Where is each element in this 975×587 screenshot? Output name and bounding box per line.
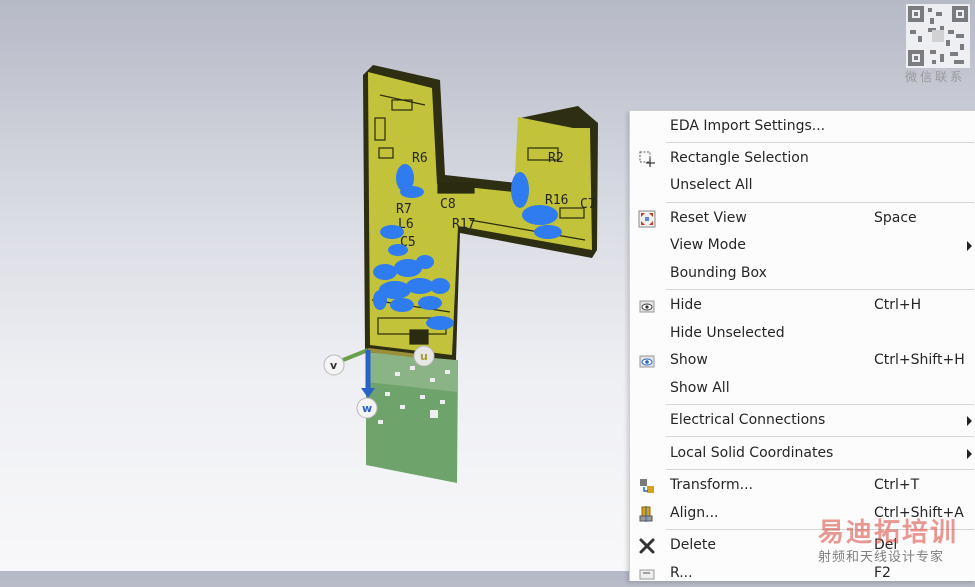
menu-item-label: R... <box>670 565 693 581</box>
menu-item-shortcut: Space <box>874 210 917 226</box>
context-menu: EDA Import Settings... Rectangle Selecti… <box>629 110 975 581</box>
menu-item-label: Rectangle Selection <box>670 150 809 166</box>
menu-separator <box>666 202 974 203</box>
delete-x-icon <box>638 537 656 555</box>
menu-item-eda-import-settings[interactable]: EDA Import Settings... <box>630 114 975 140</box>
menu-separator <box>666 469 974 470</box>
menu-item-label: Bounding Box <box>670 265 767 281</box>
hide-eye-icon <box>638 297 656 315</box>
menu-item-label: Transform... <box>670 477 753 493</box>
pcb-label: R2 <box>548 151 564 166</box>
menu-item-label: Local Solid Coordinates <box>670 445 834 461</box>
menu-separator <box>666 289 974 290</box>
pcb-label: C7 <box>580 197 596 212</box>
qr-caption: 微信联系 <box>905 70 966 84</box>
menu-separator <box>666 404 974 405</box>
pcb-label: R16 <box>545 193 568 208</box>
submenu-arrow-icon <box>967 416 972 426</box>
brand-tagline: 射频和天线设计专家 <box>818 550 945 565</box>
brand-watermark: 易迪拓培训 <box>818 518 959 548</box>
menu-separator <box>666 436 974 437</box>
menu-item-label: EDA Import Settings... <box>670 118 826 134</box>
submenu-arrow-icon <box>967 241 972 251</box>
pcb-label: R6 <box>412 151 428 166</box>
menu-item-view-mode[interactable]: View Mode <box>630 233 975 259</box>
menu-item-electrical-connections[interactable]: Electrical Connections <box>630 408 975 434</box>
menu-item-shortcut: Ctrl+Shift+H <box>874 352 965 368</box>
pcb-label: R7 <box>396 202 412 217</box>
show-eye-icon <box>638 352 656 370</box>
align-icon <box>638 505 656 523</box>
menu-item-label: Hide <box>670 297 702 313</box>
rectangle-selection-icon <box>638 150 656 168</box>
reset-view-icon <box>638 210 656 228</box>
rename-icon <box>638 565 656 583</box>
pcb-label: R17 <box>452 217 475 232</box>
transform-icon <box>638 477 656 495</box>
menu-item-bounding-box[interactable]: Bounding Box <box>630 261 975 287</box>
menu-item-label: Electrical Connections <box>670 412 826 428</box>
menu-item-shortcut: F2 <box>874 565 891 581</box>
menu-item-label: View Mode <box>670 237 746 253</box>
menu-item-shortcut: Ctrl+T <box>874 477 920 493</box>
menu-item-transform[interactable]: Transform... Ctrl+T <box>630 473 975 499</box>
axis-v-label: v <box>330 359 338 372</box>
pcb-label: C8 <box>440 197 456 212</box>
menu-item-hide-unselected[interactable]: Hide Unselected <box>630 321 975 347</box>
menu-item-label: Delete <box>670 537 716 553</box>
menu-separator <box>666 142 974 143</box>
qr-code <box>906 4 970 68</box>
axis-v-line <box>342 348 369 362</box>
menu-item-rectangle-selection[interactable]: Rectangle Selection <box>630 146 975 172</box>
menu-item-label: Show All <box>670 380 730 396</box>
axis-w-label: w <box>362 402 372 415</box>
menu-item-shortcut: Ctrl+H <box>874 297 922 313</box>
menu-item-label: Unselect All <box>670 177 753 193</box>
menu-item-label: Show <box>670 352 708 368</box>
menu-item-show-all[interactable]: Show All <box>630 376 975 402</box>
menu-item-unselect-all[interactable]: Unselect All <box>630 173 975 199</box>
menu-item-label: Align... <box>670 505 719 521</box>
menu-item-label: Reset View <box>670 210 747 226</box>
menu-item-label: Hide Unselected <box>670 325 785 341</box>
submenu-arrow-icon <box>967 449 972 459</box>
menu-item-reset-view[interactable]: Reset View Space <box>630 206 975 232</box>
menu-item-hide[interactable]: Hide Ctrl+H <box>630 293 975 319</box>
menu-item-local-solid-coordinates[interactable]: Local Solid Coordinates <box>630 441 975 467</box>
axis-u-label: u <box>420 350 428 363</box>
menu-item-show[interactable]: Show Ctrl+Shift+H <box>630 348 975 374</box>
